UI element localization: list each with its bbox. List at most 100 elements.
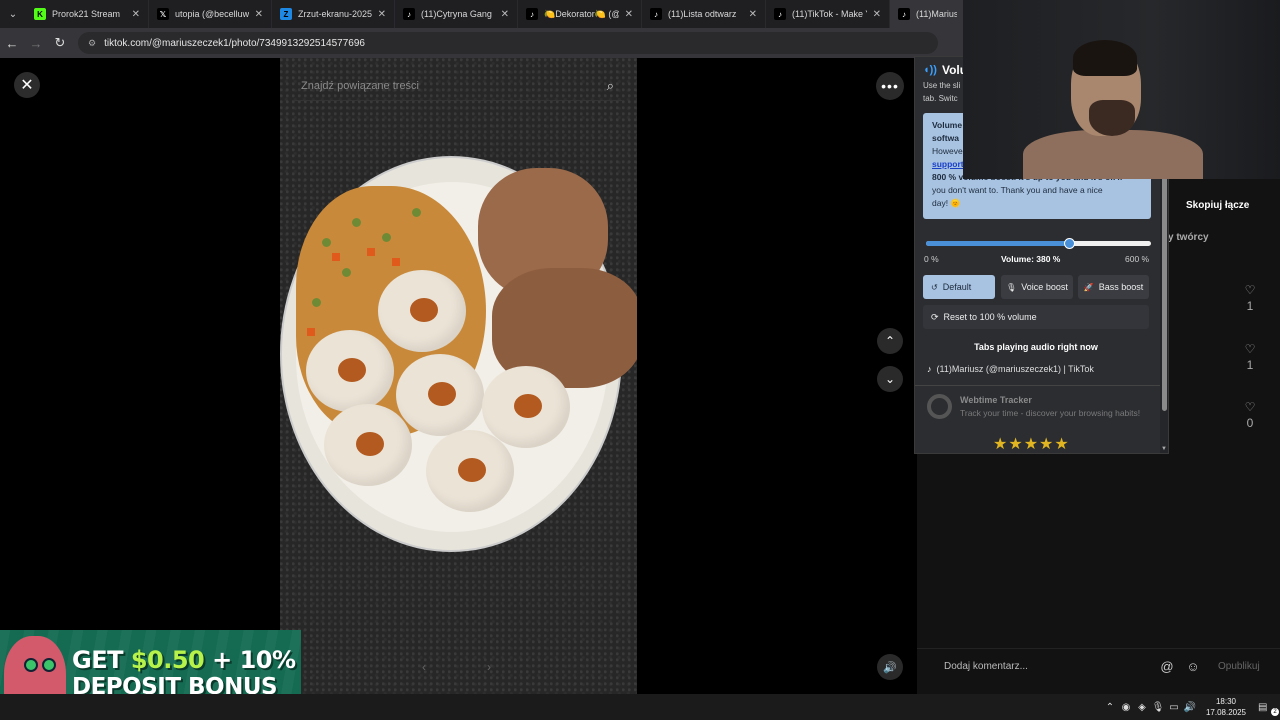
dumpling: [396, 354, 484, 436]
audio-tab-item[interactable]: ♪ (11)Mariusz (@mariuszeczek1) | TikTok: [927, 364, 1094, 374]
carrot: [307, 328, 315, 336]
tab-title: Zrzut-ekranu-2025-0: [298, 9, 372, 19]
tiktok-icon: ♪: [403, 8, 415, 20]
comment-like[interactable]: ♡ 1: [1238, 342, 1262, 372]
tab-close-icon[interactable]: ✕: [873, 9, 881, 20]
heart-icon[interactable]: ♡: [1245, 342, 1256, 356]
scroll-down-icon[interactable]: ▼: [1161, 446, 1167, 452]
related-search-input[interactable]: Znajdź powiązane treści ⌕: [292, 71, 622, 101]
tab-title: 🍋Dekorator🍋 (@d: [544, 8, 619, 19]
volume-icon: ◖)): [923, 64, 937, 76]
microphone-icon[interactable]: 🎙: [1150, 702, 1166, 713]
tiktok-icon: ♪: [927, 364, 932, 374]
ad-mascot-eye: [24, 658, 38, 672]
carrot: [392, 258, 400, 266]
edge-icon[interactable]: ◉: [1118, 702, 1134, 713]
speaker-icon[interactable]: 🔊: [877, 654, 903, 680]
volume-icon[interactable]: 🔊: [1182, 702, 1198, 713]
tab-close-icon[interactable]: ✕: [378, 9, 386, 20]
emoji-icon[interactable]: ☺: [1180, 659, 1206, 674]
windows-taskbar: ⌃ ◉ ◈ 🎙 ▭ 🔊 18:30 17.08.2025 ▤ 2: [0, 694, 1280, 720]
reload-icon[interactable]: ↻: [48, 28, 72, 58]
dumpling: [378, 270, 466, 352]
more-options-icon[interactable]: •••: [876, 72, 904, 100]
audio-tab-title: (11)Mariusz (@mariuszeczek1) | TikTok: [936, 364, 1094, 374]
pea: [412, 208, 421, 217]
divider: [915, 385, 1160, 386]
browser-tab[interactable]: K Prorok21 Stream ✕: [26, 0, 149, 28]
photo-viewer: ✕ Znajdź powiązane treści ⌕ ••• ⌃ ⌄ 🔊 ‹ …: [0, 58, 917, 694]
food-plate-image: [280, 156, 637, 552]
ad-mascot-eye: [42, 658, 56, 672]
extension-description: Use the sli tab. Switc: [923, 79, 967, 105]
comment-like[interactable]: ♡ 1: [1238, 283, 1262, 313]
publish-button[interactable]: Opublikuj: [1218, 661, 1260, 672]
back-arrow-icon[interactable]: ←: [0, 28, 24, 58]
desc-line: tab. Switc: [923, 94, 958, 103]
promo-title[interactable]: Webtime Tracker: [960, 395, 1032, 405]
rocket-icon: 🚀: [1083, 282, 1094, 292]
heart-icon[interactable]: ♡: [1245, 400, 1256, 414]
ad-amount: $0.50: [130, 646, 205, 674]
browser-tab[interactable]: ♪ (11)Mariusz (@: [890, 0, 966, 28]
browser-tab[interactable]: 𝕏utopia (@becelluwu) ✕: [149, 0, 272, 28]
chevron-down-icon[interactable]: ⌄: [877, 366, 903, 392]
forward-arrow-icon[interactable]: →: [24, 28, 48, 58]
dumpling: [482, 366, 570, 448]
default-label: Default: [942, 282, 972, 292]
copy-link-button[interactable]: Skopiuj łącze: [1186, 200, 1249, 211]
tray-chevron-icon[interactable]: ⌃: [1102, 702, 1118, 713]
discord-icon[interactable]: ◈: [1134, 702, 1150, 713]
voice-boost-button[interactable]: 🎙 Voice boost: [1001, 275, 1073, 299]
clock-date: 17.08.2025: [1205, 708, 1246, 717]
browser-tab[interactable]: Z Zrzut-ekranu-2025-0 ✕: [272, 0, 395, 28]
search-icon[interactable]: ⌕: [607, 78, 614, 94]
notification-icon[interactable]: ▤ 2: [1258, 702, 1280, 716]
reset-volume-button[interactable]: ⟳ Reset to 100 % volume: [923, 305, 1149, 329]
pea: [352, 218, 361, 227]
browser-tab[interactable]: ♪ (11)Cytryna Gang | Ti ✕: [395, 0, 518, 28]
comment-like[interactable]: ♡ 0: [1238, 400, 1262, 430]
tab-title: utopia (@becelluwu): [175, 9, 249, 19]
webcam-person-body: [1023, 130, 1203, 179]
browser-tab[interactable]: ♪ (11)TikTok - Make Yo ✕: [766, 0, 890, 28]
browser-tab[interactable]: ♪ 🍋Dekorator🍋 (@d ✕: [518, 0, 642, 28]
clock[interactable]: 18:30 17.08.2025: [1206, 696, 1246, 718]
webtime-tracker-icon: [927, 394, 952, 419]
volume-slider-thumb[interactable]: [1063, 238, 1075, 249]
bass-boost-button[interactable]: 🚀 Bass boost: [1078, 275, 1149, 299]
close-icon[interactable]: ✕: [14, 72, 40, 98]
volume-slider[interactable]: [926, 238, 1151, 249]
pea: [312, 298, 321, 307]
tab-close-icon[interactable]: ✕: [749, 9, 757, 20]
pea: [322, 238, 331, 247]
webcam-person-hair: [1073, 40, 1137, 76]
dumpling: [426, 430, 514, 512]
webcam-overlay: [963, 0, 1280, 179]
tiktok-icon: ♪: [774, 8, 786, 20]
prev-photo-icon[interactable]: ‹: [422, 660, 426, 674]
pea: [342, 268, 351, 277]
heart-icon[interactable]: ♡: [1245, 283, 1256, 297]
microphone-icon: 🎙: [1006, 282, 1017, 292]
display-icon[interactable]: ▭: [1166, 702, 1182, 713]
chevron-up-icon[interactable]: ⌃: [877, 328, 903, 354]
tab-close-icon[interactable]: ✕: [501, 9, 509, 20]
browser-tab[interactable]: ♪ (11)Lista odtwarz ✕: [642, 0, 766, 28]
tab-title: Prorok21 Stream: [52, 9, 121, 19]
mention-icon[interactable]: @: [1154, 659, 1180, 674]
webcam-person-beard: [1089, 100, 1135, 136]
tab-search-chevron-icon[interactable]: ⌄: [0, 0, 26, 28]
url-field[interactable]: ⚙ tiktok.com/@mariuszeczek1/photo/734991…: [78, 32, 938, 54]
slider-max-label: 600 %: [1125, 254, 1150, 264]
photo-slide[interactable]: [280, 58, 637, 694]
tab-close-icon[interactable]: ✕: [132, 9, 140, 20]
reset-label: Reset to 100 % volume: [943, 312, 1037, 322]
tab-close-icon[interactable]: ✕: [625, 9, 633, 20]
comment-input[interactable]: Dodaj komentarz...: [944, 661, 1154, 672]
tab-close-icon[interactable]: ✕: [255, 9, 263, 20]
site-info-icon[interactable]: ⚙: [88, 38, 96, 49]
default-mode-button[interactable]: ↺ Default: [923, 275, 995, 299]
next-photo-icon[interactable]: ›: [487, 660, 491, 674]
rating-stars[interactable]: ★★★★★: [993, 434, 1070, 453]
